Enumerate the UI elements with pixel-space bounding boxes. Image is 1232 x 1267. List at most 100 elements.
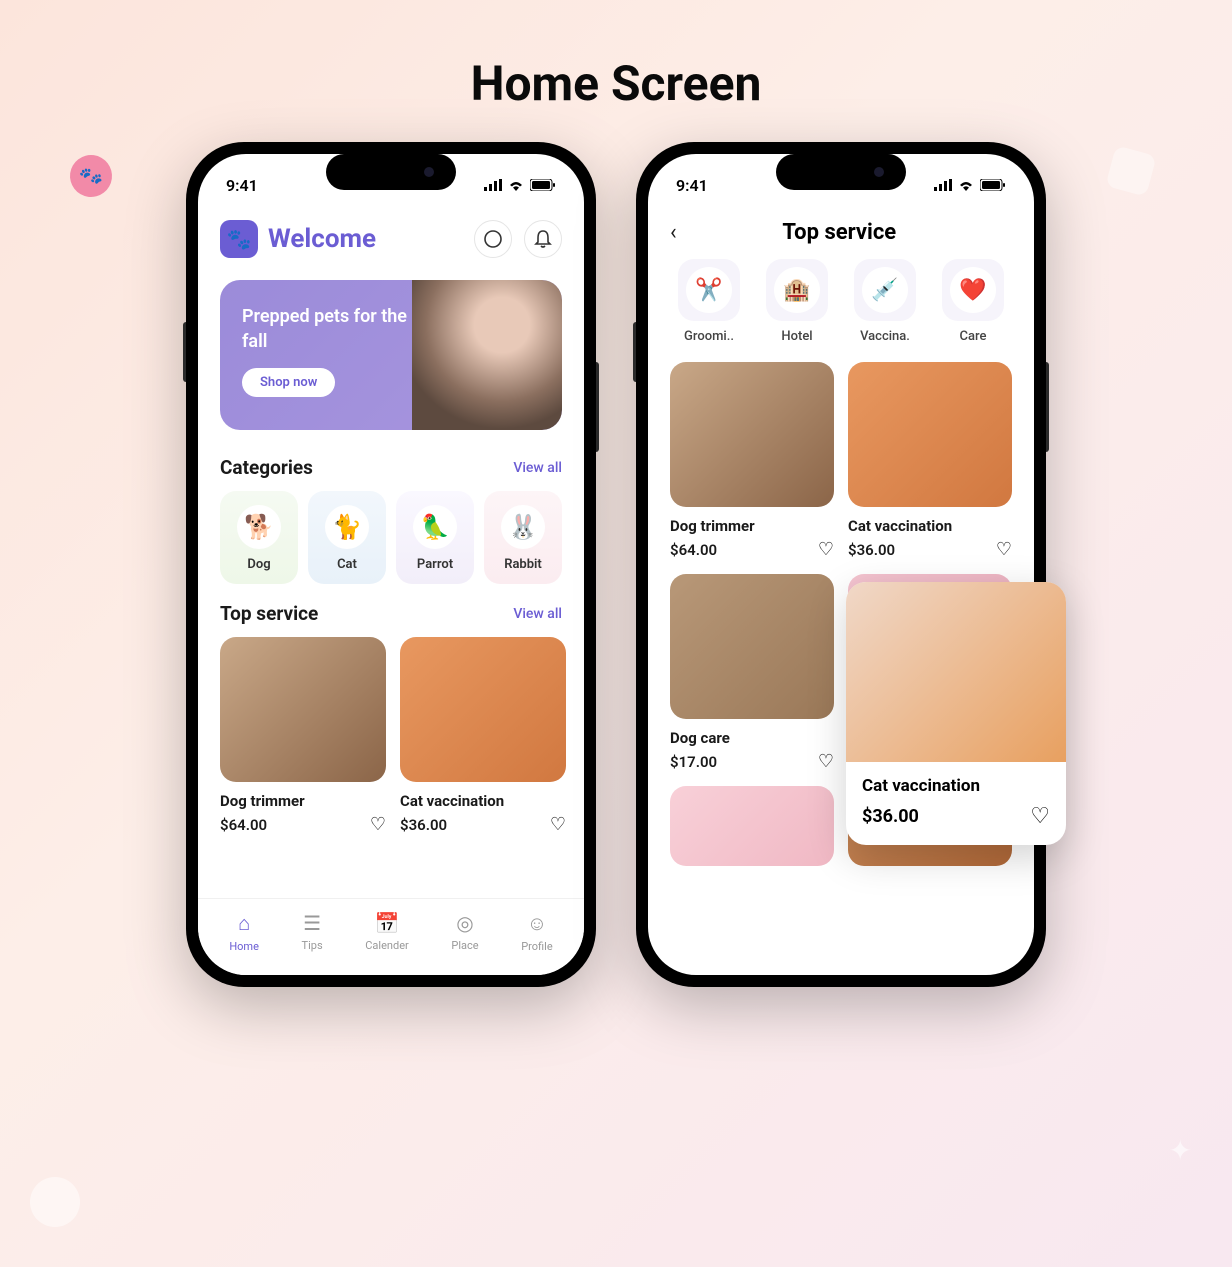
shop-now-button[interactable]: Shop now <box>242 368 335 397</box>
service-name: Dog trimmer <box>220 792 386 810</box>
parrot-icon: 🦜 <box>413 505 457 549</box>
dog-icon: 🐕 <box>237 505 281 549</box>
nav-home[interactable]: ⌂ Home <box>229 911 259 953</box>
nav-label: Tips <box>302 939 323 952</box>
phone-notch <box>776 154 906 190</box>
status-time: 9:41 <box>226 176 258 195</box>
syringe-icon: 💉 <box>862 267 908 313</box>
service-card[interactable]: Dog trimmer $64.00 ♡ <box>220 637 386 835</box>
category-dog[interactable]: 🐕 Dog <box>220 491 298 584</box>
signal-icon <box>484 179 502 191</box>
banner-image <box>412 280 562 430</box>
service-price: $17.00 <box>670 753 717 771</box>
back-button[interactable]: ‹ <box>670 220 677 245</box>
service-cat-label: Care <box>934 329 1012 344</box>
service-price: $64.00 <box>220 816 267 834</box>
nav-tips[interactable]: ☰ Tips <box>302 911 323 953</box>
app-logo-icon[interactable]: 🐾 <box>220 220 258 258</box>
service-cat-label: Hotel <box>758 329 836 344</box>
favorite-button[interactable]: ♡ <box>370 814 386 835</box>
promo-banner[interactable]: Prepped pets for the fall Shop now <box>220 280 562 430</box>
wifi-icon <box>508 179 524 191</box>
service-card[interactable]: Cat vaccination $36.00♡ <box>848 362 1012 560</box>
category-parrot[interactable]: 🦜 Parrot <box>396 491 474 584</box>
service-image <box>670 574 834 719</box>
service-cat-grooming[interactable]: ✂️ Groomi.. <box>670 259 748 344</box>
battery-icon <box>530 179 556 191</box>
service-name: Cat vaccination <box>862 776 1050 796</box>
favorite-button[interactable]: ♡ <box>818 751 834 772</box>
battery-icon <box>980 179 1006 191</box>
nav-label: Home <box>229 940 259 953</box>
nav-label: Profile <box>521 940 552 953</box>
floating-service-card[interactable]: Cat vaccination $36.00 ♡ <box>846 582 1066 845</box>
service-price: $36.00 <box>848 541 895 559</box>
service-image <box>846 582 1066 762</box>
service-price: $36.00 <box>400 816 447 834</box>
home-icon: ⌂ <box>238 911 250 936</box>
notification-button[interactable] <box>524 220 562 258</box>
service-cat-care[interactable]: ❤️ Care <box>934 259 1012 344</box>
service-image <box>848 362 1012 507</box>
service-cat-vaccination[interactable]: 💉 Vaccina. <box>846 259 924 344</box>
cat-icon: 🐈 <box>325 505 369 549</box>
nav-calendar[interactable]: 📅 Calender <box>365 911 409 953</box>
favorite-button[interactable]: ♡ <box>1030 804 1050 829</box>
category-label: Rabbit <box>490 557 556 572</box>
deco-star-icon: ✦ <box>1169 1134 1192 1167</box>
home-header: 🐾 Welcome <box>198 202 584 272</box>
service-card[interactable]: Cat vaccination $36.00 ♡ <box>400 637 566 835</box>
tips-icon: ☰ <box>303 911 321 935</box>
favorite-button[interactable]: ♡ <box>996 539 1012 560</box>
bottom-nav: ⌂ Home ☰ Tips 📅 Calender ◎ Place ☺ Profile <box>198 898 584 975</box>
chat-button[interactable] <box>474 220 512 258</box>
service-image <box>670 786 834 866</box>
rabbit-icon: 🐰 <box>501 505 545 549</box>
calendar-icon: 📅 <box>375 911 400 935</box>
category-label: Dog <box>226 557 292 572</box>
top-service-view-all[interactable]: View all <box>513 606 562 622</box>
page-title: Home Screen <box>0 0 1232 142</box>
welcome-title: Welcome <box>268 224 376 254</box>
service-header: ‹ Top service <box>648 202 1034 259</box>
category-cat[interactable]: 🐈 Cat <box>308 491 386 584</box>
top-service-heading: Top service <box>220 602 318 625</box>
service-name: Cat vaccination <box>400 792 566 810</box>
banner-text: Prepped pets for the fall <box>242 304 422 354</box>
service-card[interactable]: Dog trimmer $64.00 ♡ <box>670 362 834 560</box>
service-cat-label: Vaccina. <box>846 329 924 344</box>
service-cat-label: Groomi.. <box>670 329 748 344</box>
phone-mockup-service: 9:41 ‹ Top service ✂️Groomi.. 🏨Hotel 💉Va… <box>636 142 1046 987</box>
categories-view-all[interactable]: View all <box>513 460 562 476</box>
category-rabbit[interactable]: 🐰 Rabbit <box>484 491 562 584</box>
heart-icon: ❤️ <box>950 267 996 313</box>
phone-mockup-home: 9:41 🐾 Welcome Prepped pets for the fall… <box>186 142 596 987</box>
service-price: $64.00 <box>670 541 717 559</box>
place-icon: ◎ <box>456 911 473 935</box>
nav-profile[interactable]: ☺ Profile <box>521 911 552 953</box>
nav-label: Calender <box>365 939 409 952</box>
service-card[interactable]: Dog care $17.00 ♡ <box>670 574 834 772</box>
service-name: Dog care <box>670 729 834 747</box>
deco-circle <box>30 1177 80 1227</box>
category-label: Cat <box>314 557 380 572</box>
phone-notch <box>326 154 456 190</box>
service-name: Dog trimmer <box>670 517 834 535</box>
signal-icon <box>934 179 952 191</box>
favorite-button[interactable]: ♡ <box>550 814 566 835</box>
screen-title: Top service <box>697 220 982 245</box>
service-price: $36.00 <box>862 806 919 827</box>
service-image <box>400 637 566 782</box>
service-image <box>670 362 834 507</box>
nav-label: Place <box>451 939 478 952</box>
favorite-button[interactable]: ♡ <box>818 539 834 560</box>
service-image <box>220 637 386 782</box>
hotel-icon: 🏨 <box>774 267 820 313</box>
service-cat-hotel[interactable]: 🏨 Hotel <box>758 259 836 344</box>
profile-icon: ☺ <box>527 911 547 936</box>
service-card[interactable] <box>670 786 834 866</box>
category-label: Parrot <box>402 557 468 572</box>
categories-heading: Categories <box>220 456 313 479</box>
scissors-icon: ✂️ <box>686 267 732 313</box>
nav-place[interactable]: ◎ Place <box>451 911 478 953</box>
